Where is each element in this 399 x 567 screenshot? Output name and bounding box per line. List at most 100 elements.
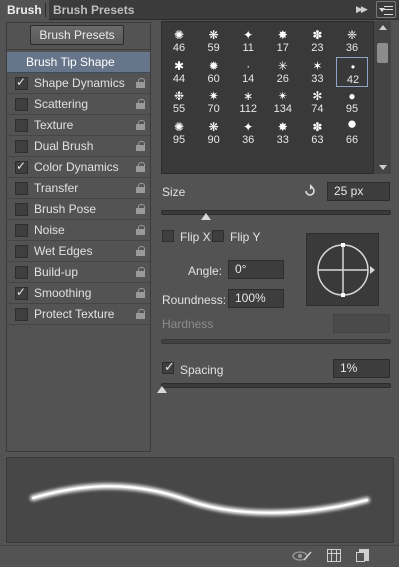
option-color-dynamics[interactable]: ✓ Color Dynamics: [7, 157, 150, 178]
brush-tip-cell[interactable]: ❉ 55: [163, 87, 195, 117]
brush-tip-cell[interactable]: ✦ 11: [232, 26, 264, 56]
brush-presets-button[interactable]: Brush Presets: [30, 25, 124, 45]
brush-tip-cell[interactable]: ✸ 17: [267, 26, 299, 56]
option-checkbox[interactable]: [15, 245, 28, 258]
brush-tip-icon: ✽: [312, 28, 323, 42]
option-shape-dynamics[interactable]: ✓ Shape Dynamics: [7, 73, 150, 94]
option-checkbox[interactable]: [15, 98, 28, 111]
lock-icon[interactable]: [136, 225, 145, 235]
size-field[interactable]: 25 px: [327, 182, 390, 201]
spacing-slider-thumb[interactable]: [157, 386, 167, 393]
lock-icon[interactable]: [136, 162, 145, 172]
option-protect-texture[interactable]: Protect Texture: [7, 304, 150, 325]
roundness-field[interactable]: 100%: [228, 289, 284, 308]
new-preset-icon[interactable]: [356, 549, 369, 562]
brush-tip-cell[interactable]: ✳ 26: [267, 57, 299, 87]
scroll-up-icon[interactable]: [379, 25, 387, 30]
option-scattering[interactable]: Scattering: [7, 94, 150, 115]
brush-tip-cell[interactable]: ∗ 112: [232, 87, 264, 117]
tab-brush-presets[interactable]: Brush Presets: [46, 0, 141, 20]
option-transfer[interactable]: Transfer: [7, 178, 150, 199]
lock-icon[interactable]: [136, 246, 145, 256]
option-texture[interactable]: Texture: [7, 115, 150, 136]
option-checkbox[interactable]: [15, 140, 28, 153]
option-checkbox[interactable]: [15, 308, 28, 321]
flip-y-checkbox[interactable]: [212, 230, 224, 242]
flip-x-checkbox[interactable]: [162, 230, 174, 242]
reset-icon[interactable]: [303, 184, 317, 198]
brush-tip-cell[interactable]: ✺ 95: [163, 118, 195, 148]
hardness-field: [333, 314, 390, 333]
lock-icon[interactable]: [136, 99, 145, 109]
lock-icon[interactable]: [136, 141, 145, 151]
option-checkbox[interactable]: [15, 203, 28, 216]
brush-tip-size: 11: [242, 42, 254, 54]
brush-tip-cell[interactable]: ✱ 44: [163, 57, 195, 87]
lock-icon[interactable]: [136, 288, 145, 298]
spacing-checkbox[interactable]: ✓: [162, 360, 175, 374]
option-checkbox[interactable]: ✓: [15, 75, 28, 90]
size-slider-thumb[interactable]: [201, 213, 211, 220]
option-checkbox[interactable]: [15, 266, 28, 279]
lock-icon[interactable]: [136, 120, 145, 130]
brush-tip-icon: ✷: [208, 89, 219, 103]
lock-icon[interactable]: [136, 183, 145, 193]
brush-tip-cell[interactable]: ✶ 33: [301, 57, 333, 87]
brush-tip-cell[interactable]: ❈ 36: [336, 26, 368, 56]
brush-tip-cell[interactable]: ✷ 70: [198, 87, 230, 117]
option-checkbox[interactable]: ✓: [15, 285, 28, 300]
brush-tip-cell[interactable]: ❋ 90: [198, 118, 230, 148]
lock-icon[interactable]: [136, 309, 145, 319]
tip-grid-scrollbar[interactable]: [373, 21, 391, 174]
brush-tip-cell[interactable]: ✺ 46: [163, 26, 195, 56]
brush-tip-cell[interactable]: ❋ 59: [198, 26, 230, 56]
option-dual-brush[interactable]: Dual Brush: [7, 136, 150, 157]
option-checkbox[interactable]: [15, 182, 28, 195]
angle-roundness-widget[interactable]: [306, 233, 379, 306]
brush-tip-icon: ✶: [312, 58, 323, 73]
scroll-down-icon[interactable]: [379, 165, 387, 170]
option-label: Shape Dynamics: [34, 76, 125, 90]
brush-tip-cell[interactable]: ✴ 134: [267, 87, 299, 117]
brush-tip-size: 17: [276, 42, 289, 54]
spacing-slider-track[interactable]: [161, 383, 391, 388]
option-label: Transfer: [34, 181, 79, 195]
size-slider-track[interactable]: [161, 210, 391, 215]
option-checkbox[interactable]: ✓: [15, 159, 28, 174]
brush-tip-cell[interactable]: ● 66: [336, 115, 368, 148]
brush-tip-size: 59: [207, 42, 220, 54]
brush-tip-cell[interactable]: ✻ 74: [301, 87, 333, 117]
option-brush-tip-shape[interactable]: Brush Tip Shape: [7, 52, 150, 73]
collapse-icon[interactable]: ▶▶: [356, 4, 368, 15]
option-build-up[interactable]: Build-up: [7, 262, 150, 283]
lock-icon[interactable]: [136, 267, 145, 277]
brush-tip-cell[interactable]: ✦ 36: [232, 118, 264, 148]
brush-tip-cell[interactable]: · 14: [232, 57, 264, 87]
brush-tip-cell[interactable]: ✽ 23: [301, 26, 333, 56]
brush-tip-cell[interactable]: ✹ 60: [198, 57, 230, 87]
option-noise[interactable]: Noise: [7, 220, 150, 241]
option-checkbox[interactable]: [15, 224, 28, 237]
brush-tip-icon: ∗: [243, 89, 254, 103]
spacing-field[interactable]: 1%: [333, 359, 390, 378]
option-smoothing[interactable]: ✓ Smoothing: [7, 283, 150, 304]
brush-tip-cell[interactable]: ✸ 33: [267, 118, 299, 148]
toggle-preview-icon[interactable]: [292, 550, 312, 562]
scroll-thumb[interactable]: [377, 43, 388, 63]
option-wet-edges[interactable]: Wet Edges: [7, 241, 150, 262]
spacing-label: Spacing: [180, 363, 224, 377]
brush-tip-cell[interactable]: • 42: [336, 56, 368, 87]
option-checkbox[interactable]: [15, 119, 28, 132]
lock-icon[interactable]: [136, 78, 145, 88]
lock-icon[interactable]: [136, 204, 145, 214]
option-label: Brush Tip Shape: [26, 55, 115, 69]
tab-brush[interactable]: Brush: [0, 0, 49, 20]
angle-field[interactable]: 0°: [228, 260, 284, 279]
brush-tip-icon: ❈: [346, 28, 358, 42]
brush-tip-cell[interactable]: ✽ 63: [301, 118, 333, 148]
panel-menu-icon[interactable]: [376, 1, 396, 18]
brush-tip-icon: ✳: [277, 58, 288, 73]
grid-icon[interactable]: [327, 549, 341, 562]
option-brush-pose[interactable]: Brush Pose: [7, 199, 150, 220]
brush-tip-cell[interactable]: ● 95: [336, 87, 368, 117]
